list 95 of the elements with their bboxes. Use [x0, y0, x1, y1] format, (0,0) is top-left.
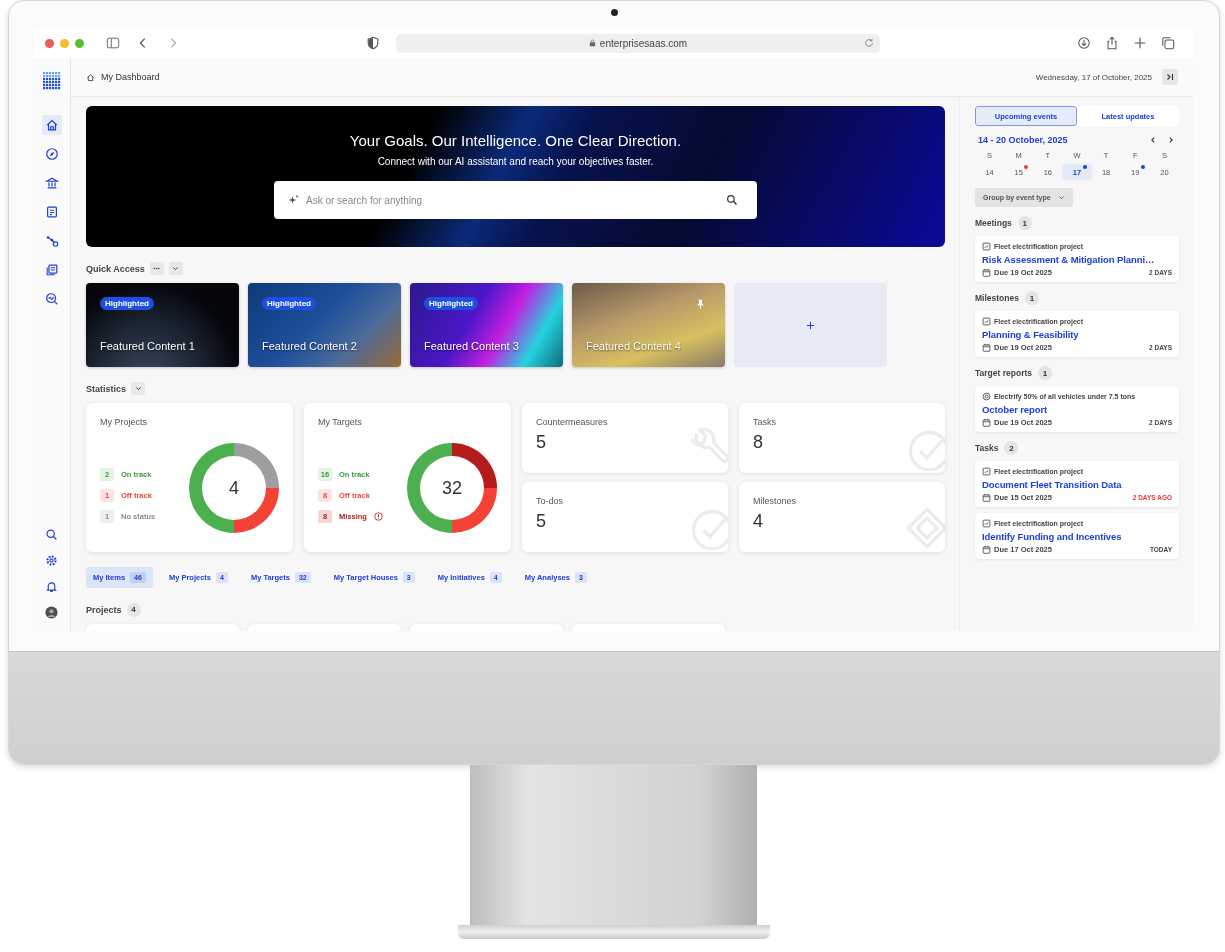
search-icon[interactable]	[726, 194, 738, 206]
plus-icon[interactable]	[1133, 36, 1147, 50]
card-title: Tasks	[753, 417, 777, 427]
hero-title: Your Goals. Our Intelligence. One Clear Direction.	[349, 132, 682, 149]
close-button[interactable]	[45, 38, 54, 48]
chevron-left-icon[interactable]	[1149, 136, 1157, 144]
sidebar-item[interactable]	[41, 115, 62, 135]
plus-icon	[806, 320, 815, 330]
address-bar[interactable]: enterprisesaas.com	[396, 33, 880, 53]
stat-value: 4	[753, 511, 764, 532]
nodes-icon	[44, 234, 59, 248]
avatar-icon[interactable]	[45, 606, 58, 619]
count-badge: 1	[1024, 291, 1039, 305]
ellipsis-icon	[153, 267, 161, 270]
info-icon	[373, 511, 383, 521]
project-icon	[982, 317, 991, 326]
document-icon	[44, 205, 59, 219]
count-badge: 1	[1017, 216, 1032, 230]
stat-value: 5	[536, 432, 547, 453]
settings-icon[interactable]	[45, 554, 58, 567]
card-title: Milestones	[753, 496, 798, 506]
week-range: 14 - 20 October, 2025	[978, 135, 1068, 145]
share-icon[interactable]	[1105, 36, 1119, 50]
section-title: Statistics	[86, 383, 127, 394]
card-title: Countermeasures	[536, 417, 609, 427]
tabs-icon[interactable]	[1161, 36, 1175, 50]
compass-icon	[44, 147, 59, 161]
project-icon	[982, 242, 991, 251]
search-icon[interactable]	[45, 528, 58, 541]
grid-logo-icon[interactable]	[42, 72, 61, 90]
project-icon	[982, 467, 991, 476]
dropdown-button[interactable]	[131, 382, 146, 395]
target-icon	[982, 392, 991, 401]
chevron-down-icon	[1057, 194, 1065, 201]
section-title: Tasks	[975, 443, 999, 453]
calendar-icon	[982, 343, 991, 352]
chevron-right-icon[interactable]	[1167, 136, 1175, 144]
donut-total: 4	[229, 479, 239, 497]
sparkle-icon	[288, 194, 300, 206]
section-title: Meetings	[975, 218, 1012, 228]
calendar-icon	[982, 545, 991, 554]
calendar-icon	[982, 493, 991, 502]
shield-icon[interactable]	[366, 36, 380, 50]
calendar-icon	[982, 418, 991, 427]
featured-content-card[interactable]: Highlighted Featured Content 2	[248, 283, 401, 367]
project-icon	[982, 519, 991, 528]
download-icon[interactable]	[1077, 36, 1091, 50]
highlighted-badge: Highlighted	[262, 297, 316, 310]
url-text: enterprisesaas.com	[599, 37, 688, 49]
stat-value: 5	[536, 511, 547, 532]
card-title: Featured Content 3	[424, 340, 519, 352]
count-badge: 2	[1004, 441, 1019, 455]
bank-icon	[44, 176, 59, 190]
highlighted-badge: Highlighted	[424, 297, 478, 310]
featured-content-card[interactable]: Highlighted Featured Content 1	[86, 283, 239, 367]
card-title: Featured Content 1	[100, 340, 195, 352]
lock-icon	[588, 39, 596, 47]
section-title: Quick Access	[86, 263, 145, 274]
breadcrumb[interactable]: My Dashboard	[101, 72, 160, 82]
dropdown-button[interactable]	[168, 262, 183, 275]
card-title: To-dos	[536, 496, 564, 506]
camera-icon	[610, 9, 618, 16]
highlighted-badge: Highlighted	[100, 297, 154, 310]
date-label: Wednesday, 17 of October, 2025	[1035, 72, 1152, 82]
stat-value: 8	[753, 432, 764, 453]
home-icon	[86, 72, 95, 82]
event-title[interactable]: Identify Funding and Incentives	[982, 531, 1172, 542]
featured-content-card[interactable]: Highlighted Featured Content 3	[410, 283, 563, 367]
section-title: Target reports	[975, 368, 1032, 378]
card-title: Featured Content 2	[262, 340, 357, 352]
more-button[interactable]	[149, 262, 164, 275]
section-title: Milestones	[975, 293, 1019, 303]
event-title[interactable]: Document Fleet Transition Data	[982, 479, 1172, 490]
collapse-icon	[1165, 72, 1175, 82]
hero-subtitle: Connect with our AI assistant and reach your objectives faster.	[377, 156, 654, 167]
calendar-icon	[982, 268, 991, 277]
card-title: My Targets	[318, 417, 363, 427]
magnifier-chart-icon	[44, 292, 59, 306]
event-title[interactable]: October report	[982, 404, 1172, 415]
event-title[interactable]: Planning & Feasibility	[982, 329, 1172, 340]
donut-total: 32	[442, 479, 462, 497]
chevron-down-icon	[134, 385, 142, 392]
event-title[interactable]: Risk Assessment & Mitigation Planni…	[982, 254, 1172, 265]
section-title: Projects	[86, 604, 122, 615]
card-title: Featured Content 4	[586, 340, 681, 352]
collapse-panel-button[interactable]	[1162, 69, 1178, 85]
chevron-down-icon	[172, 265, 180, 272]
bell-icon[interactable]	[45, 580, 58, 593]
card-title: My Projects	[100, 417, 148, 427]
library-icon	[44, 263, 59, 277]
count-badge: 1	[1038, 366, 1052, 380]
home-icon	[44, 118, 59, 132]
count-badge: 4	[126, 602, 141, 617]
search-field[interactable]: Ask or search for anything	[274, 181, 757, 219]
sidebar-icon[interactable]	[106, 36, 120, 50]
